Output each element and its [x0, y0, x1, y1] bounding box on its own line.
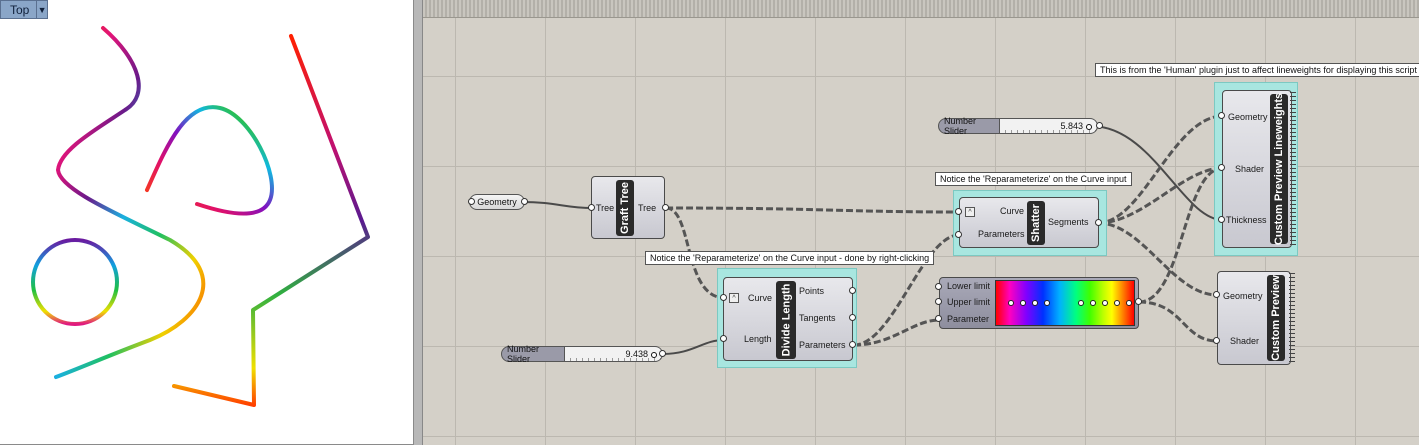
slider-track[interactable]: 9.438 [565, 346, 663, 362]
thickness-slider[interactable]: Number Slider 5.843 [938, 116, 1098, 136]
thickness-slider-output-grip[interactable] [1096, 122, 1103, 129]
grasshopper-canvas[interactable]: Geometry Tree Graft Tree Tree Notice the… [423, 0, 1419, 445]
shatter-note: Notice the 'Reparameterize' on the Curve… [935, 172, 1132, 186]
gradient-handle[interactable] [1032, 300, 1038, 306]
gradient-handle[interactable] [1078, 300, 1084, 306]
lineweights-input-shader: Shader [1235, 164, 1265, 174]
panel-splitter[interactable] [414, 0, 423, 445]
graft-tree-component[interactable]: Tree Graft Tree Tree [591, 176, 665, 239]
gradient-upper-grip[interactable] [935, 298, 942, 305]
preview-geometry-grip[interactable] [1213, 291, 1220, 298]
lineweights-geometry-grip[interactable] [1218, 112, 1225, 119]
graft-output-grip[interactable] [662, 204, 669, 211]
slider-name: Number Slider [938, 116, 1000, 136]
viewport-name: Top [10, 2, 30, 17]
gradient-handle[interactable] [1044, 300, 1050, 306]
graft-output-label: Tree [638, 203, 657, 213]
reparameterize-icon: ^ [729, 293, 739, 303]
reparameterize-icon: ^ [965, 207, 975, 217]
gradient-output-grip[interactable] [1135, 298, 1142, 305]
shatter-curve-grip[interactable] [955, 208, 962, 215]
lineweights-input-geometry: Geometry [1228, 112, 1268, 122]
gradient-lower-grip[interactable] [935, 283, 942, 290]
graft-tree-title: Graft Tree [616, 180, 634, 236]
divide-curve-grip[interactable] [720, 294, 727, 301]
geometry-param[interactable]: Geometry [469, 194, 525, 210]
divide-note: Notice the 'Reparameterize' on the Curve… [645, 251, 935, 265]
graft-input-grip[interactable] [588, 204, 595, 211]
custom-preview-component[interactable]: Geometry Shader Custom Preview [1217, 271, 1291, 365]
gradient-handle[interactable] [1114, 300, 1120, 306]
slider-knob[interactable] [1086, 124, 1092, 130]
divide-length-title: Divide Length [776, 281, 796, 359]
divide-parameters-grip[interactable] [849, 341, 856, 348]
slider-track[interactable]: 5.843 [1000, 118, 1098, 134]
slider-value: 5.843 [1060, 121, 1083, 131]
divide-input-length: Length [744, 334, 772, 344]
preview-title: Custom Preview [1267, 275, 1285, 361]
length-slider[interactable]: Number Slider 9.438 [501, 344, 663, 364]
geometry-output-grip[interactable] [521, 198, 528, 205]
gradient-handle[interactable] [1102, 300, 1108, 306]
graft-input-label: Tree [596, 203, 615, 213]
shatter-output-segments: Segments [1048, 217, 1089, 227]
lineweights-input-thickness: Thickness [1226, 215, 1267, 225]
slider-knob[interactable] [651, 352, 657, 358]
preview-input-geometry: Geometry [1223, 291, 1263, 301]
gradient-ramp[interactable] [995, 280, 1135, 326]
gradient-input-lower: Lower limit [947, 281, 991, 291]
shatter-segments-grip[interactable] [1095, 219, 1102, 226]
gradient-input-parameter: Parameter [947, 314, 990, 324]
rhino-top-viewport[interactable]: Top ▼ [0, 0, 414, 445]
gradient-handle[interactable] [1126, 300, 1132, 306]
human-plugin-note: This is from the 'Human' plugin just to … [1095, 63, 1419, 77]
shatter-input-parameters: Parameters [978, 229, 1025, 239]
slider-value: 9.438 [625, 349, 648, 359]
shatter-component[interactable]: ^ Curve Parameters Shatter Segments [959, 197, 1099, 248]
gradient-component[interactable]: Lower limit Upper limit Parameter [939, 277, 1139, 329]
divide-length-component[interactable]: ^ Curve Length Divide Length Points Tang… [723, 277, 853, 361]
length-slider-output-grip[interactable] [659, 350, 666, 357]
lineweights-shader-grip[interactable] [1218, 164, 1225, 171]
divide-tangents-grip[interactable] [849, 314, 856, 321]
gradient-input-upper: Upper limit [947, 297, 991, 307]
slider-name: Number Slider [501, 344, 565, 364]
gradient-handle[interactable] [1020, 300, 1026, 306]
divide-output-parameters: Parameters [799, 340, 846, 350]
shatter-parameters-grip[interactable] [955, 231, 962, 238]
divide-output-points: Points [799, 286, 825, 296]
gradient-handle[interactable] [1090, 300, 1096, 306]
component-edge-detail [1289, 273, 1295, 363]
gradient-handle[interactable] [1008, 300, 1014, 306]
divide-points-grip[interactable] [849, 287, 856, 294]
viewport-curves [31, 26, 370, 407]
geometry-input-grip[interactable] [468, 198, 475, 205]
lineweights-thickness-grip[interactable] [1218, 216, 1225, 223]
divide-input-curve: Curve [748, 293, 773, 303]
viewport-label[interactable]: Top ▼ [0, 0, 48, 19]
shatter-title: Shatter [1027, 201, 1045, 245]
preview-shader-grip[interactable] [1213, 337, 1220, 344]
triangle-down-icon[interactable]: ▼ [36, 1, 47, 18]
lineweights-title: Custom Preview Lineweights [1270, 93, 1288, 245]
divide-length-grip[interactable] [720, 335, 727, 342]
custom-preview-lineweights-component[interactable]: Geometry Shader Thickness Custom Preview… [1222, 90, 1292, 248]
divide-output-tangents: Tangents [799, 313, 836, 323]
component-edge-detail [1290, 92, 1296, 246]
shatter-input-curve: Curve [1000, 206, 1025, 216]
gradient-parameter-grip[interactable] [935, 315, 942, 322]
preview-input-shader: Shader [1230, 336, 1260, 346]
